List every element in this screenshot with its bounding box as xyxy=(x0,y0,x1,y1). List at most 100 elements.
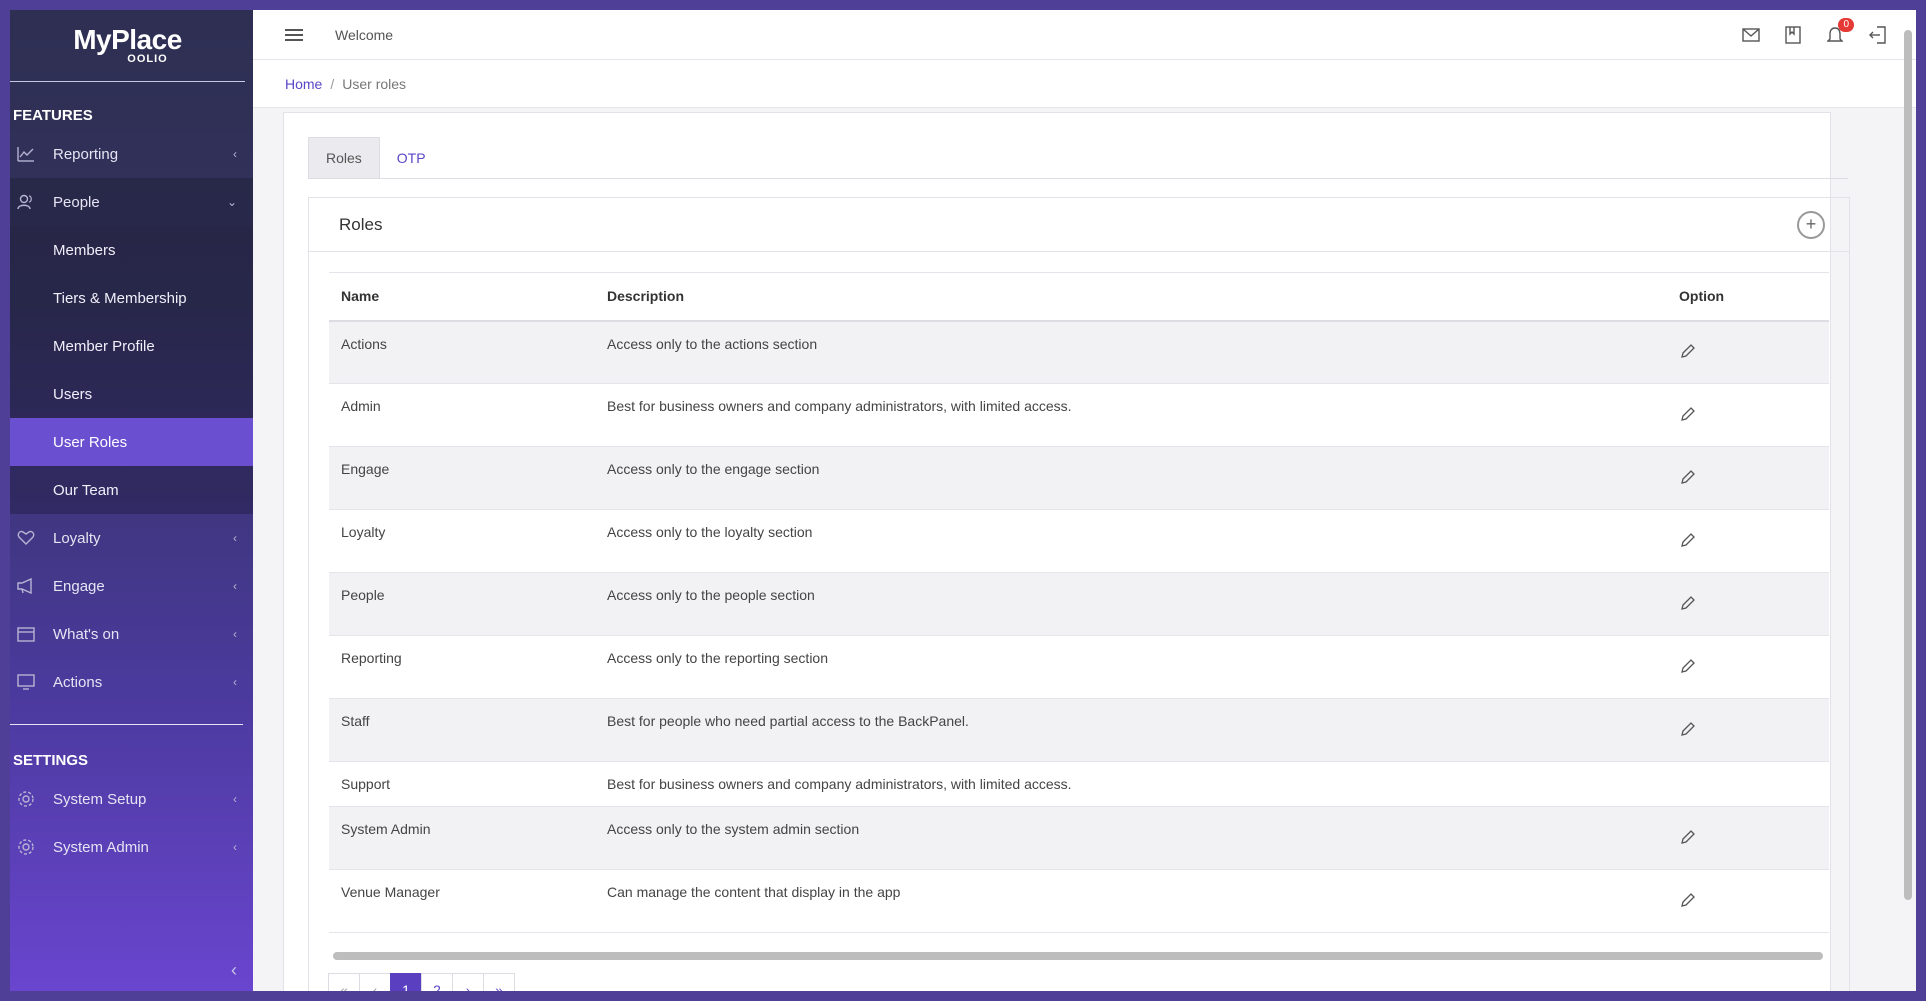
breadcrumb: Home / User roles xyxy=(253,60,1916,108)
column-header-name: Name xyxy=(329,272,595,322)
table-row: Admin Best for business owners and compa… xyxy=(329,383,1829,447)
chevron-left-icon: ‹ xyxy=(233,627,237,641)
chevron-left-icon: ‹ xyxy=(233,531,237,545)
collapse-sidebar-icon[interactable]: ‹ xyxy=(231,960,237,981)
vertical-scrollbar[interactable] xyxy=(1904,30,1912,900)
sidebar-subitem-our-team[interactable]: Our Team xyxy=(10,466,253,514)
topbar: Welcome 0 xyxy=(253,10,1916,60)
logo-name: MyPlace xyxy=(73,24,182,55)
mail-icon[interactable] xyxy=(1742,26,1760,44)
role-name: Staff xyxy=(329,698,595,762)
chevron-down-icon: ⌄ xyxy=(226,195,237,209)
tab-roles[interactable]: Roles xyxy=(308,137,380,178)
role-description: Access only to the actions section xyxy=(595,320,1679,384)
sidebar-item-reporting[interactable]: Reporting ‹ xyxy=(10,130,253,178)
sidebar-subitem-member-profile[interactable]: Member Profile xyxy=(10,322,253,370)
logo-sub: OOLIO xyxy=(127,53,168,65)
page-2-button[interactable]: 2 xyxy=(421,973,453,991)
chevron-left-icon: ‹ xyxy=(233,579,237,593)
sidebar-subitem-user-roles[interactable]: User Roles xyxy=(10,418,253,466)
sidebar-item-whats-on[interactable]: What's on ‹ xyxy=(10,610,253,658)
menu-icon[interactable] xyxy=(285,26,303,44)
breadcrumb-home[interactable]: Home xyxy=(285,76,322,92)
role-name: Support xyxy=(329,761,595,807)
notification-badge: 0 xyxy=(1838,17,1854,32)
chart-line-icon xyxy=(16,144,36,164)
role-description: Access only to the people section xyxy=(595,572,1679,636)
monitor-icon xyxy=(16,672,36,692)
edit-pencil-icon[interactable] xyxy=(1680,343,1696,359)
welcome-text: Welcome xyxy=(335,26,394,43)
roles-table: Name Description Option Actions Access o… xyxy=(329,272,1829,933)
breadcrumb-current: User roles xyxy=(342,75,407,92)
tab-otp[interactable]: OTP xyxy=(380,137,443,178)
table-row: People Access only to the people section xyxy=(329,572,1829,636)
users-icon xyxy=(16,192,36,212)
role-option xyxy=(1679,383,1829,447)
horizontal-scrollbar[interactable] xyxy=(333,952,1823,960)
page-1-button[interactable]: 1 xyxy=(390,973,422,991)
edit-pencil-icon[interactable] xyxy=(1680,532,1696,548)
roles-table-wrap: Name Description Option Actions Access o… xyxy=(329,272,1829,933)
role-option xyxy=(1679,320,1829,384)
roles-title: Roles xyxy=(339,214,383,234)
table-row: Support Best for business owners and com… xyxy=(329,761,1829,807)
features-heading: FEATURES xyxy=(13,107,93,124)
edit-pencil-icon[interactable] xyxy=(1680,406,1696,422)
content-card: Roles OTP Roles + Name Description Optio… xyxy=(283,112,1850,991)
table-row: Reporting Access only to the reporting s… xyxy=(329,635,1829,699)
sidebar-item-loyalty[interactable]: Loyalty ‹ xyxy=(10,514,253,562)
role-option xyxy=(1679,869,1829,933)
sidebar-item-system-setup[interactable]: System Setup ‹ xyxy=(10,775,253,823)
app-frame: MyPlace OOLIO FEATURES Reporting ‹ Peopl… xyxy=(10,10,1916,991)
page-first-button[interactable]: « xyxy=(328,973,360,991)
sidebar-subitem-users[interactable]: Users xyxy=(10,370,253,418)
column-header-description: Description xyxy=(595,272,1679,322)
sidebar-item-label: Reporting xyxy=(53,145,119,163)
sidebar: MyPlace OOLIO FEATURES Reporting ‹ Peopl… xyxy=(10,10,253,991)
role-name: Engage xyxy=(329,446,595,510)
logout-icon[interactable] xyxy=(1868,25,1886,44)
page-next-button[interactable]: › xyxy=(452,973,484,991)
page-prev-button[interactable]: ‹ xyxy=(359,973,391,991)
megaphone-icon xyxy=(16,576,36,596)
table-row: Actions Access only to the actions secti… xyxy=(329,320,1829,384)
main-area: Welcome 0 Home / User roles Roles OTP Ro… xyxy=(253,10,1916,991)
edit-pencil-icon[interactable] xyxy=(1680,892,1696,908)
table-row: Venue Manager Can manage the content tha… xyxy=(329,869,1829,933)
edit-pencil-icon[interactable] xyxy=(1680,658,1696,674)
edit-pencil-icon[interactable] xyxy=(1680,829,1696,845)
add-role-button[interactable]: + xyxy=(1797,210,1825,239)
chevron-left-icon: ‹ xyxy=(233,792,237,806)
sidebar-item-label: System Setup xyxy=(53,790,147,808)
chevron-left-icon: ‹ xyxy=(233,675,237,689)
sidebar-subitem-members[interactable]: Members xyxy=(10,226,253,274)
roles-header: Roles + xyxy=(309,198,1849,252)
book-icon[interactable] xyxy=(1784,25,1802,44)
sidebar-item-label: What's on xyxy=(53,625,120,643)
table-row: Engage Access only to the engage section xyxy=(329,446,1829,510)
role-name: Actions xyxy=(329,320,595,384)
pagination: « ‹ 1 2 › » xyxy=(328,973,515,991)
edit-pencil-icon[interactable] xyxy=(1680,721,1696,737)
gear-icon xyxy=(16,789,36,809)
calendar-icon xyxy=(16,624,36,644)
roles-panel: Roles + Name Description Option Actions … xyxy=(308,197,1850,991)
sidebar-item-system-admin[interactable]: System Admin ‹ xyxy=(10,823,253,871)
bell-icon[interactable]: 0 xyxy=(1826,17,1854,44)
role-option xyxy=(1679,509,1829,573)
breadcrumb-separator: / xyxy=(330,75,335,92)
sidebar-subitem-tiers[interactable]: Tiers & Membership xyxy=(10,274,253,322)
edit-pencil-icon[interactable] xyxy=(1680,595,1696,611)
sidebar-item-actions[interactable]: Actions ‹ xyxy=(10,658,253,706)
top-icons: 0 xyxy=(1742,17,1886,44)
edit-pencil-icon[interactable] xyxy=(1680,469,1696,485)
logo[interactable]: MyPlace OOLIO xyxy=(10,10,245,82)
sidebar-item-engage[interactable]: Engage ‹ xyxy=(10,562,253,610)
role-description: Access only to the system admin section xyxy=(595,806,1679,870)
heart-icon xyxy=(16,528,36,548)
sidebar-item-people[interactable]: People ⌄ xyxy=(10,178,253,226)
role-description: Best for business owners and company adm… xyxy=(595,383,1679,447)
page-last-button[interactable]: » xyxy=(483,973,515,991)
role-name: Venue Manager xyxy=(329,869,595,933)
